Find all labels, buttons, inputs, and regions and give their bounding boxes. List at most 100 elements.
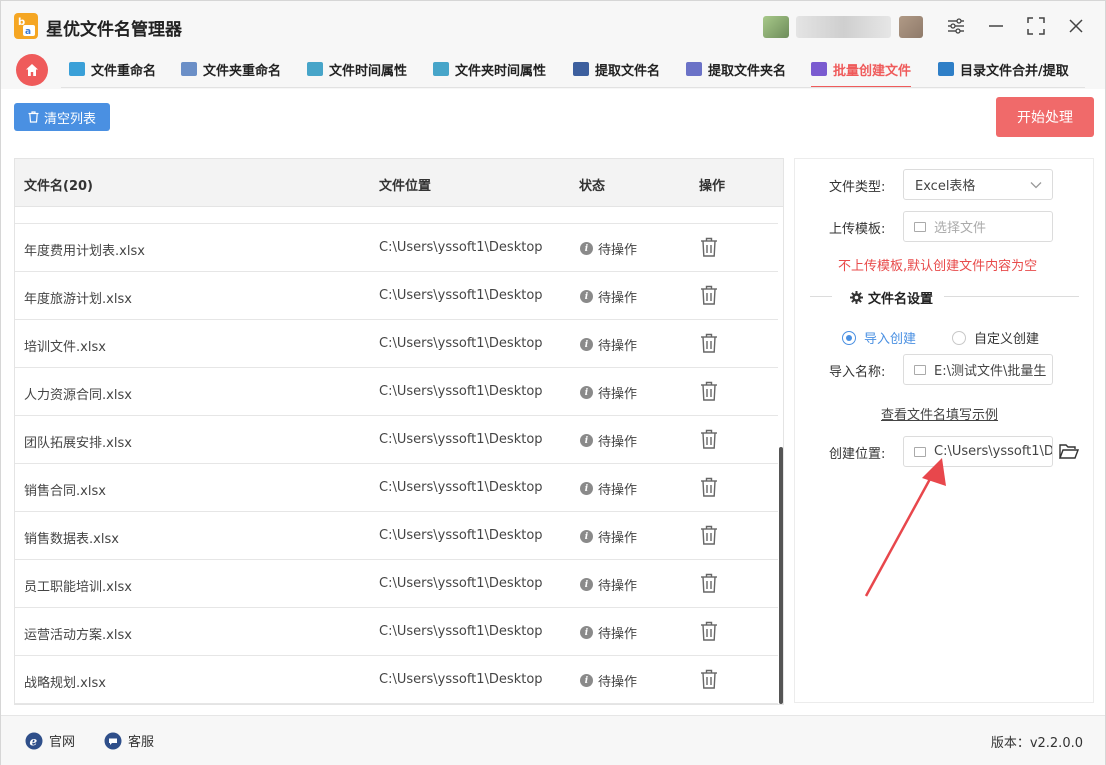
user-badge-blurred [899,16,923,38]
filename-example-link[interactable]: 查看文件名填写示例 [881,404,998,423]
info-icon: i [580,338,593,351]
delete-icon[interactable] [700,333,718,353]
chevron-down-icon [1030,182,1042,189]
tab-extract-foldername[interactable]: 提取文件夹名 [686,51,786,87]
file-name: 销售合同.xlsx [24,484,106,499]
file-status: i 待操作 [580,431,637,450]
file-name: 战略规划.xlsx [24,676,106,691]
open-folder-icon[interactable] [1059,443,1079,460]
tab-folder-rename[interactable]: 文件夹重命名 [181,51,281,87]
import-name-label: 导入名称: [829,365,886,380]
file-name: 销售数据表.xlsx [24,532,119,547]
tab-dir-merge[interactable]: 目录文件合并/提取 [938,51,1069,87]
status-text: 待操作 [598,579,638,594]
clear-list-button[interactable]: 清空列表 [14,103,110,131]
table-row[interactable]: 销售合同.xlsx C:\Users\yssoft1\Desktop i 待操作 [15,464,778,512]
table-row[interactable]: 培训文件.xlsx C:\Users\yssoft1\Desktop i 待操作 [15,320,778,368]
header-filename[interactable]: 文件名(20) [24,175,93,194]
batch-create-icon [811,62,827,76]
table-row[interactable]: 销售数据表.xlsx C:\Users\yssoft1\Desktop i 待操作 [15,512,778,560]
location-label: 创建位置: [829,447,886,462]
radio-import-create[interactable]: 导入创建 [842,328,916,347]
delete-icon[interactable] [700,525,718,545]
file-location: C:\Users\yssoft1\Desktop [379,384,543,399]
table-row-partial[interactable] [15,207,778,224]
table-row[interactable]: 战略规划.xlsx C:\Users\yssoft1\Desktop i 待操作 [15,656,778,704]
info-icon: i [580,530,593,543]
delete-icon[interactable] [700,237,718,257]
header-location[interactable]: 文件位置 [379,175,431,194]
delete-icon[interactable] [700,573,718,593]
tabs-divider [61,87,1085,88]
file-status: i 待操作 [580,575,637,594]
file-status: i 待操作 [580,335,637,354]
website-link[interactable]: e 官网 [25,731,75,750]
file-location: C:\Users\yssoft1\Desktop [379,672,543,687]
import-name-input[interactable]: E:\测试文件\批量生 [903,354,1053,385]
info-icon: i [580,242,593,255]
file-status: i 待操作 [580,479,637,498]
header-status[interactable]: 状态 [579,175,605,194]
folder-icon [914,446,926,457]
delete-icon[interactable] [700,381,718,401]
status-text: 待操作 [598,435,638,450]
file-name: 人力资源合同.xlsx [24,388,132,403]
home-button[interactable] [16,54,48,86]
delete-icon[interactable] [700,207,718,222]
table-row[interactable]: 团队拓展安排.xlsx C:\Users\yssoft1\Desktop i 待操作 [15,416,778,464]
tab-file-time[interactable]: 文件时间属性 [307,51,407,87]
status-bar: e 官网 客服 版本：v2.2.0.0 [1,715,1105,765]
settings-icon[interactable] [943,13,969,39]
start-processing-button[interactable]: 开始处理 [996,97,1094,137]
scrollbar-thumb[interactable] [779,447,783,704]
delete-icon[interactable] [700,621,718,641]
tab-folder-time[interactable]: 文件夹时间属性 [433,51,546,87]
tab-batch-create[interactable]: 批量创建文件 [811,51,912,88]
minimize-icon[interactable] [983,13,1009,39]
table-row[interactable]: 年度费用计划表.xlsx C:\Users\yssoft1\Desktop i 待操作 [15,224,778,272]
delete-icon[interactable] [700,477,718,497]
status-text: 待操作 [598,675,638,690]
file-location: C:\Users\yssoft1\Desktop [379,624,543,639]
delete-icon[interactable] [700,669,718,689]
chat-icon [104,732,122,749]
folder-icon [914,221,926,232]
table-scrollbar[interactable] [778,207,783,704]
close-icon[interactable] [1063,13,1089,39]
location-input[interactable]: C:\Users\yssoft1\Desktop [903,436,1053,467]
section-divider-right [944,296,1079,297]
table-header: 文件名(20) 文件位置 状态 操作 [15,159,783,207]
file-location: C:\Users\yssoft1\Desktop [379,432,543,447]
file-status: i 待操作 [580,527,637,546]
maximize-icon[interactable] [1023,13,1049,39]
folder-rename-icon [181,62,197,76]
file-type-select[interactable]: Excel表格 [903,169,1053,200]
table-row[interactable]: 人力资源合同.xlsx C:\Users\yssoft1\Desktop i 待操作 [15,368,778,416]
file-location: C:\Users\yssoft1\Desktop [379,336,543,351]
file-rename-icon [69,62,85,76]
settings-panel: 文件类型: Excel表格 上传模板: 选择文件 不上传模板,默认创建文件内容为… [794,158,1094,703]
template-file-input[interactable]: 选择文件 [903,211,1053,242]
tab-file-rename[interactable]: 文件重命名 [69,51,156,87]
title-bar: b a 星优文件名管理器 [1,1,1105,51]
delete-icon[interactable] [700,429,718,449]
table-row[interactable]: 年度旅游计划.xlsx C:\Users\yssoft1\Desktop i 待操作 [15,272,778,320]
file-name: 培训文件.xlsx [24,340,106,355]
table-body[interactable]: 年度费用计划表.xlsx C:\Users\yssoft1\Desktop i 待操作… [15,207,778,704]
delete-icon[interactable] [700,285,718,305]
customer-service-link[interactable]: 客服 [104,731,154,750]
avatar[interactable] [763,16,789,38]
table-row[interactable]: 运营活动方案.xlsx C:\Users\yssoft1\Desktop i 待操作 [15,608,778,656]
file-status: i 待操作 [580,623,637,642]
section-title: 文件名设置 [850,288,933,307]
file-status: i 待操作 [580,383,637,402]
radio-custom-create[interactable]: 自定义创建 [952,328,1039,347]
tab-extract-filename[interactable]: 提取文件名 [573,51,660,87]
radio-dot [842,330,856,345]
file-name: 员工职能培训.xlsx [24,580,132,595]
file-type-label: 文件类型: [829,180,886,195]
trash-icon [28,111,39,123]
file-status: i 待操作 [580,287,637,306]
file-location: C:\Users\yssoft1\Desktop [379,528,543,543]
table-row[interactable]: 员工职能培训.xlsx C:\Users\yssoft1\Desktop i 待操作 [15,560,778,608]
